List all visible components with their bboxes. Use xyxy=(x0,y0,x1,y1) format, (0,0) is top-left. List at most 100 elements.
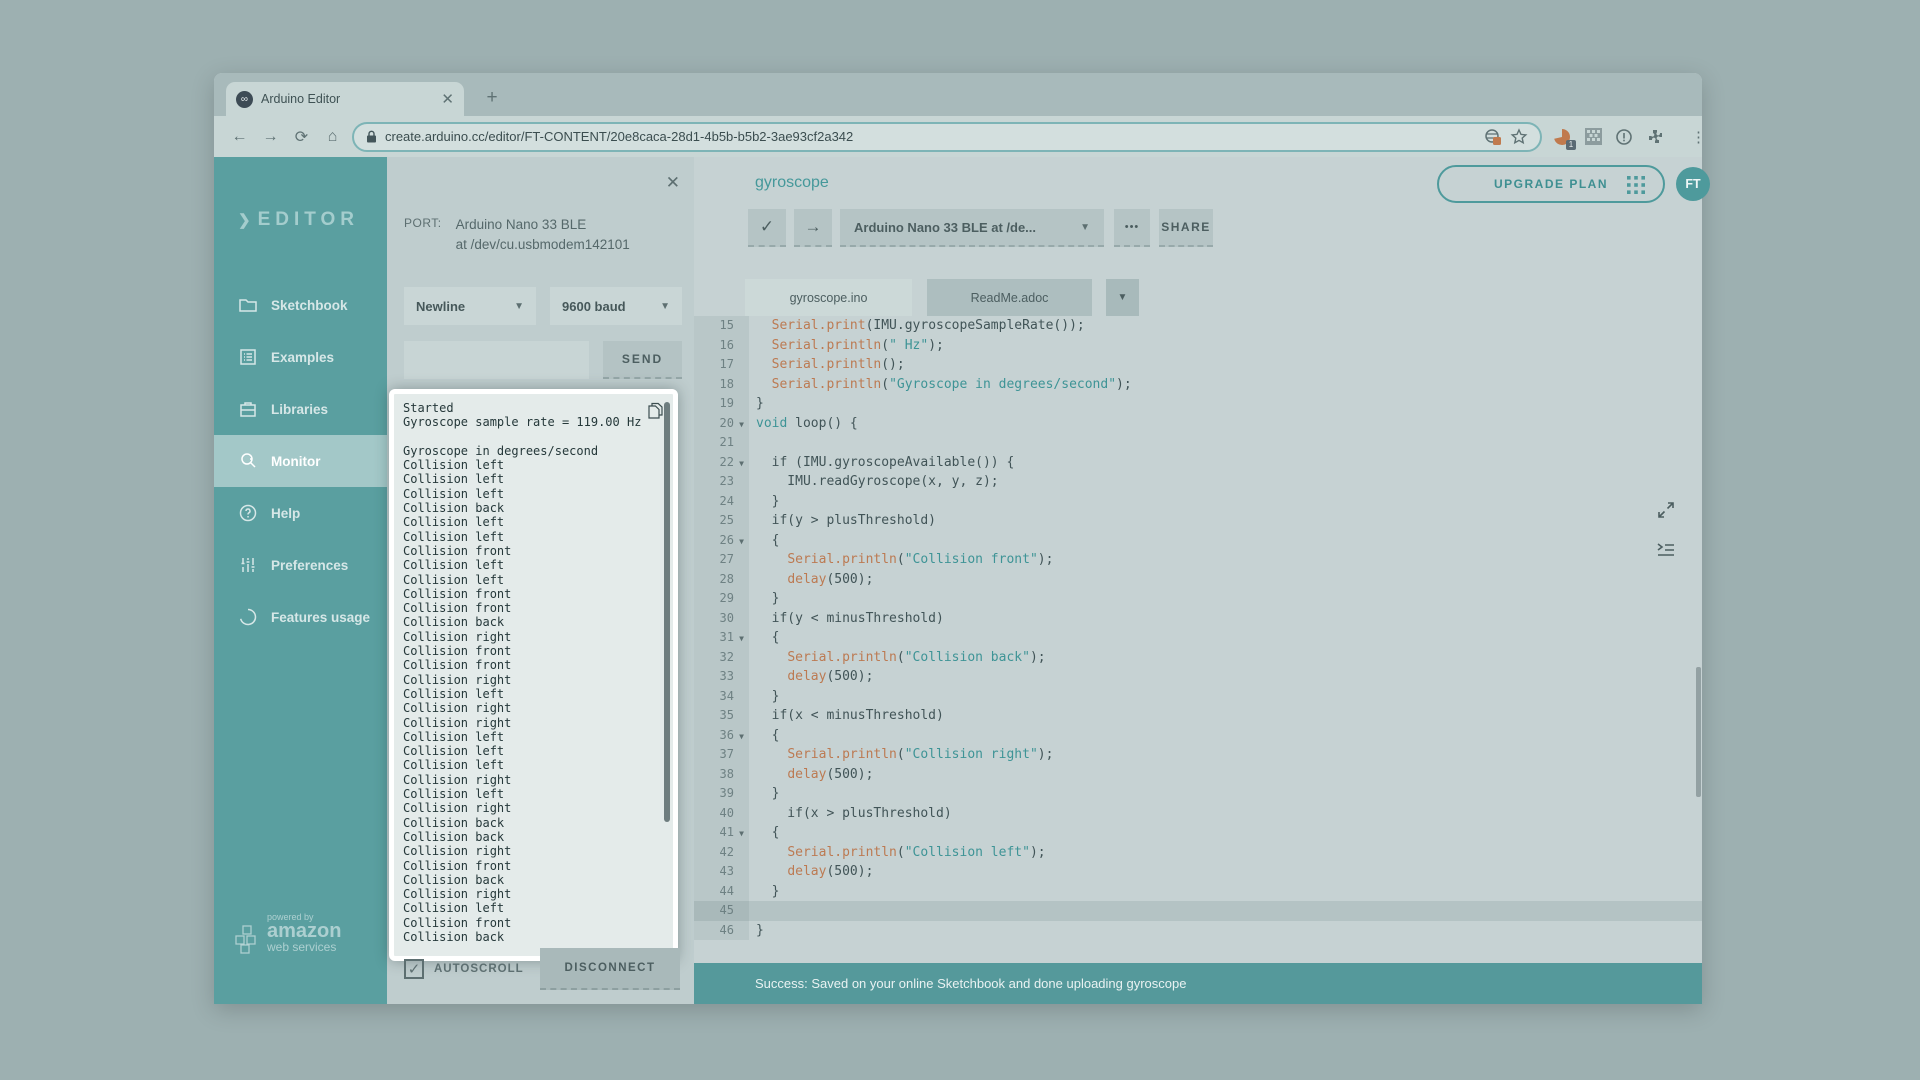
tab-close-icon[interactable]: ✕ xyxy=(441,92,454,107)
extension-orange-icon[interactable]: 1 xyxy=(1552,127,1572,147)
fold-arrow-icon[interactable]: ▼ xyxy=(734,453,749,473)
code-line-32[interactable]: 32 Serial.println("Collision back"); xyxy=(694,648,1702,668)
code-line-30[interactable]: 30 if(y < minusThreshold) xyxy=(694,609,1702,629)
upload-button[interactable]: → xyxy=(794,209,832,247)
code-line-37[interactable]: 37 Serial.println("Collision right"); xyxy=(694,745,1702,765)
new-tab-button[interactable]: + xyxy=(480,87,504,109)
home-icon[interactable]: ⌂ xyxy=(317,128,348,146)
line-number: 46 xyxy=(694,921,734,941)
code-line-41[interactable]: 41▼ { xyxy=(694,823,1702,843)
sidebar-item-label: Help xyxy=(271,506,300,521)
file-tab-readme[interactable]: ReadMe.adoc xyxy=(927,279,1092,316)
line-ending-select[interactable]: Newline▼ xyxy=(404,287,536,325)
code-line-16[interactable]: 16 Serial.println(" Hz"); xyxy=(694,336,1702,356)
baud-rate-select[interactable]: 9600 baud▼ xyxy=(550,287,682,325)
sidebar-item-sketchbook[interactable]: Sketchbook xyxy=(214,279,387,331)
code-line-15[interactable]: 15 Serial.print(IMU.gyroscopeSampleRate(… xyxy=(694,316,1702,336)
code-line-24[interactable]: 24 } xyxy=(694,492,1702,512)
sidebar-item-label: Sketchbook xyxy=(271,298,348,313)
expand-icon[interactable] xyxy=(1656,500,1676,520)
editor-sidebar: ❯EDITOR SketchbookExamplesLibrariesMonit… xyxy=(214,157,387,1004)
verify-button[interactable]: ✓ xyxy=(748,209,786,247)
share-button[interactable]: SHARE xyxy=(1159,209,1213,247)
code-line-45[interactable]: 45 xyxy=(694,901,1702,921)
code-line-39[interactable]: 39 } xyxy=(694,784,1702,804)
browser-tab[interactable]: ∞ Arduino Editor ✕ xyxy=(226,82,464,116)
url-bar[interactable]: create.arduino.cc/editor/FT-CONTENT/20e8… xyxy=(352,122,1542,152)
browser-window: ∞ Arduino Editor ✕ + ← → ⟳ ⌂ create.ardu… xyxy=(214,73,1702,1004)
back-icon[interactable]: ← xyxy=(224,128,255,146)
code-line-17[interactable]: 17 Serial.println(); xyxy=(694,355,1702,375)
code-line-19[interactable]: 19} xyxy=(694,394,1702,414)
user-avatar[interactable]: FT xyxy=(1676,167,1710,201)
code-line-40[interactable]: 40 if(x > plusThreshold) xyxy=(694,804,1702,824)
panel-close-icon[interactable]: ✕ xyxy=(666,173,680,193)
fold-arrow-icon[interactable]: ▼ xyxy=(734,414,749,434)
extension-grid-icon[interactable] xyxy=(1583,127,1603,147)
code-scrollbar[interactable] xyxy=(1696,667,1701,797)
code-line-46[interactable]: 46} xyxy=(694,921,1702,941)
disconnect-button[interactable]: DISCONNECT xyxy=(540,948,680,990)
line-number: 28 xyxy=(694,570,734,590)
extension-info-icon[interactable] xyxy=(1614,127,1634,147)
sidebar-item-help[interactable]: Help xyxy=(214,487,387,539)
forward-icon[interactable]: → xyxy=(255,128,286,146)
monitor-scrollbar[interactable] xyxy=(664,402,670,822)
code-line-22[interactable]: 22▼ if (IMU.gyroscopeAvailable()) { xyxy=(694,453,1702,473)
board-selector[interactable]: Arduino Nano 33 BLE at /de...▼ xyxy=(840,209,1104,247)
more-options-button[interactable]: ••• xyxy=(1114,209,1150,247)
reload-icon[interactable]: ⟳ xyxy=(286,127,317,147)
code-line-43[interactable]: 43 delay(500); xyxy=(694,862,1702,882)
url-text: create.arduino.cc/editor/FT-CONTENT/20e8… xyxy=(385,129,1476,144)
fold-spacer xyxy=(734,784,749,804)
code-line-20[interactable]: 20▼void loop() { xyxy=(694,414,1702,434)
port-name: Arduino Nano 33 BLE xyxy=(456,215,630,235)
serial-message-input[interactable] xyxy=(404,341,589,379)
send-button[interactable]: SEND xyxy=(603,341,682,379)
fold-spacer xyxy=(734,336,749,356)
format-code-icon[interactable] xyxy=(1656,542,1676,558)
copy-icon[interactable] xyxy=(648,402,663,419)
fold-arrow-icon[interactable]: ▼ xyxy=(734,531,749,551)
code-line-44[interactable]: 44 } xyxy=(694,882,1702,902)
code-line-33[interactable]: 33 delay(500); xyxy=(694,667,1702,687)
file-tab-ino[interactable]: gyroscope.ino xyxy=(745,279,912,316)
sidebar-item-libraries[interactable]: Libraries xyxy=(214,383,387,435)
sidebar-item-features-usage[interactable]: Features usage xyxy=(214,591,387,643)
code-line-27[interactable]: 27 Serial.println("Collision front"); xyxy=(694,550,1702,570)
code-line-23[interactable]: 23 IMU.readGyroscope(x, y, z); xyxy=(694,472,1702,492)
code-line-21[interactable]: 21 xyxy=(694,433,1702,453)
sidebar-item-preferences[interactable]: Preferences xyxy=(214,539,387,591)
code-editor[interactable]: 15 Serial.print(IMU.gyroscopeSampleRate(… xyxy=(694,316,1702,963)
code-line-36[interactable]: 36▼ { xyxy=(694,726,1702,746)
translate-icon[interactable] xyxy=(1484,128,1502,146)
line-number: 36 xyxy=(694,726,734,746)
apps-grid-icon[interactable] xyxy=(1626,175,1646,195)
bookmark-star-icon[interactable] xyxy=(1510,128,1528,146)
browser-toolbar: ← → ⟳ ⌂ create.arduino.cc/editor/FT-CONT… xyxy=(214,116,1702,157)
extension-badge: 1 xyxy=(1566,140,1576,150)
code-line-28[interactable]: 28 delay(500); xyxy=(694,570,1702,590)
monitor-icon xyxy=(238,451,258,471)
code-line-31[interactable]: 31▼ { xyxy=(694,628,1702,648)
tabs-dropdown-button[interactable]: ▼ xyxy=(1106,279,1139,316)
code-line-34[interactable]: 34 } xyxy=(694,687,1702,707)
fold-arrow-icon[interactable]: ▼ xyxy=(734,726,749,746)
fold-arrow-icon[interactable]: ▼ xyxy=(734,628,749,648)
autoscroll-checkbox[interactable]: ✓ xyxy=(404,959,424,979)
sketchbook-folder-icon xyxy=(238,295,258,315)
code-line-26[interactable]: 26▼ { xyxy=(694,531,1702,551)
sidebar-item-monitor[interactable]: Monitor xyxy=(214,435,387,487)
fold-arrow-icon[interactable]: ▼ xyxy=(734,823,749,843)
code-line-25[interactable]: 25 if(y > plusThreshold) xyxy=(694,511,1702,531)
code-line-38[interactable]: 38 delay(500); xyxy=(694,765,1702,785)
code-line-35[interactable]: 35 if(x < minusThreshold) xyxy=(694,706,1702,726)
browser-menu-icon[interactable]: ⋮ xyxy=(1691,128,1706,146)
code-line-18[interactable]: 18 Serial.println("Gyroscope in degrees/… xyxy=(694,375,1702,395)
sidebar-item-examples[interactable]: Examples xyxy=(214,331,387,383)
port-path: at /dev/cu.usbmodem142101 xyxy=(456,235,630,255)
code-line-29[interactable]: 29 } xyxy=(694,589,1702,609)
extensions-puzzle-icon[interactable] xyxy=(1645,127,1665,147)
examples-icon xyxy=(238,347,258,367)
code-line-42[interactable]: 42 Serial.println("Collision left"); xyxy=(694,843,1702,863)
